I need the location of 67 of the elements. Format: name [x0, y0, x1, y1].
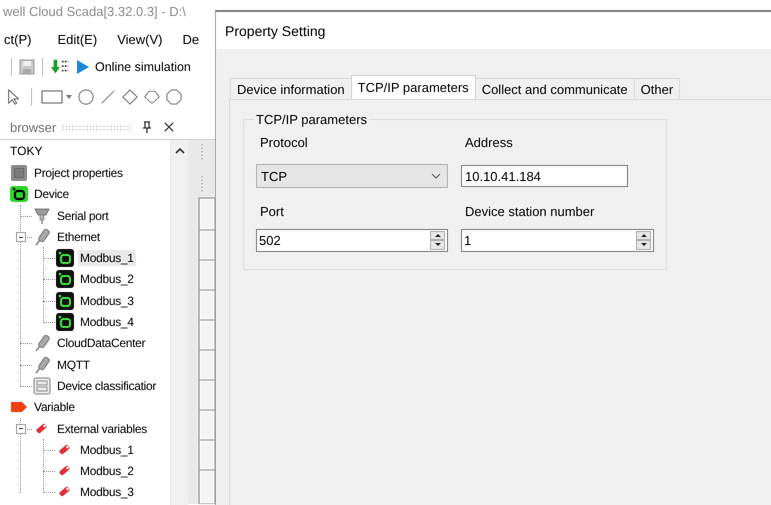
tab[interactable]: TCP/IP parameters [350, 75, 476, 99]
dialog-title: Property Setting [225, 22, 326, 38]
tree-item[interactable]: Device [32, 186, 71, 202]
field-label: Address [464, 134, 514, 150]
close-icon[interactable] [164, 121, 174, 133]
tree-root[interactable]: TOKY [0, 141, 42, 162]
tree-item[interactable]: Modbus_1 [78, 442, 136, 458]
address-field[interactable]: 10.10.41.184 [461, 165, 628, 187]
device-icon [56, 270, 74, 288]
protocol-dropdown[interactable]: TCP [256, 164, 448, 188]
pointer-icon[interactable] [6, 89, 22, 105]
device-icon [10, 185, 28, 204]
panel-title: browser [10, 120, 56, 134]
tree-item[interactable]: Modbus_1 [78, 250, 136, 266]
station-spinbox[interactable]: 1 [461, 228, 654, 252]
tab[interactable]: Device information [230, 78, 352, 99]
cable-icon [33, 356, 51, 374]
tab[interactable]: Other [634, 78, 680, 99]
cable-icon [33, 228, 51, 246]
online-simulation-button[interactable]: Online simulation [74, 59, 191, 75]
tree-item[interactable]: Serial port [55, 208, 110, 224]
pin-icon[interactable] [142, 121, 152, 133]
group-title: TCP/IP parameters [255, 112, 368, 127]
tree-item[interactable]: Variable [32, 399, 77, 416]
tree-item[interactable]: Modbus_2 [78, 271, 136, 288]
tree-item[interactable]: CloudDataCenter [55, 335, 148, 352]
window-title: well Cloud Scada[3.32.0.3] - D:\ [3, 4, 186, 18]
caret-icon[interactable] [66, 95, 72, 99]
menu-item[interactable]: Edit(E) [51, 32, 104, 46]
field-label: Protocol [259, 134, 309, 150]
diamond-icon[interactable] [144, 89, 160, 105]
tree-item[interactable]: Project properties [32, 164, 125, 181]
tree-item[interactable]: Modbus_3 [78, 292, 136, 309]
port-spinbox[interactable]: 502 [256, 228, 448, 252]
field-label: Port [259, 204, 285, 218]
panel-icon [10, 164, 28, 182]
menu-item[interactable]: De [176, 32, 206, 46]
scroll-up-icon[interactable] [174, 148, 184, 154]
menu-item[interactable]: View(V) [111, 32, 168, 46]
save-icon[interactable] [19, 59, 35, 75]
device-icon [56, 249, 74, 268]
drag-handle[interactable] [62, 124, 130, 130]
rectangle-icon[interactable] [41, 89, 63, 105]
tree-item[interactable]: Modbus_2 [78, 463, 136, 480]
cabinet-icon [33, 376, 51, 395]
tree-item[interactable]: Ethernet [55, 228, 102, 245]
tree-item[interactable]: Modbus_3 [78, 484, 136, 500]
scrollbar[interactable] [170, 140, 188, 505]
menu-item[interactable]: ct(P) [0, 32, 38, 46]
chevron-icon [431, 173, 441, 179]
diamond-icon[interactable] [122, 89, 138, 105]
cable-icon [33, 334, 51, 352]
device-icon [56, 313, 74, 332]
tree-item[interactable]: Modbus_4 [78, 314, 136, 330]
circle-icon[interactable] [78, 89, 94, 105]
download-icon[interactable] [50, 58, 70, 76]
play-icon [76, 59, 90, 75]
tree-item[interactable]: External variables [55, 420, 149, 436]
field-label: Device station number [464, 204, 596, 218]
collapse-toggle[interactable] [16, 424, 26, 434]
plug-icon [33, 206, 51, 225]
tree-item[interactable]: MQTT [55, 356, 92, 373]
line-icon[interactable] [100, 89, 116, 105]
collapse-toggle[interactable] [16, 232, 26, 242]
device-icon [56, 292, 74, 310]
octagon-icon[interactable] [166, 89, 182, 105]
tree-item[interactable]: Device classificatior [55, 378, 158, 394]
